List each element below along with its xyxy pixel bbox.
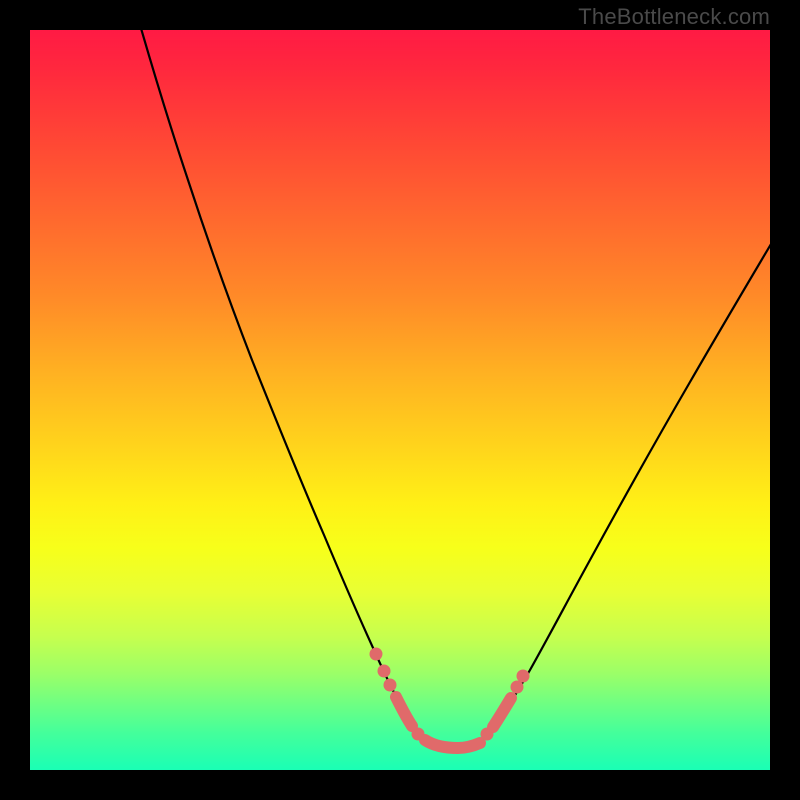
bead-segment-bottom [425, 740, 480, 748]
bead-dot [511, 681, 524, 694]
bead-segment-left [396, 697, 412, 726]
bottleneck-curve [134, 30, 770, 748]
bead-dot [384, 679, 397, 692]
watermark-text: TheBottleneck.com [578, 4, 770, 30]
plot-area [30, 30, 770, 770]
bottleneck-curve-svg [30, 30, 770, 770]
chart-frame: TheBottleneck.com [0, 0, 800, 800]
bead-dot [370, 648, 383, 661]
bead-segment-right [493, 698, 511, 727]
bead-dot [517, 670, 530, 683]
bead-dot [378, 665, 391, 678]
